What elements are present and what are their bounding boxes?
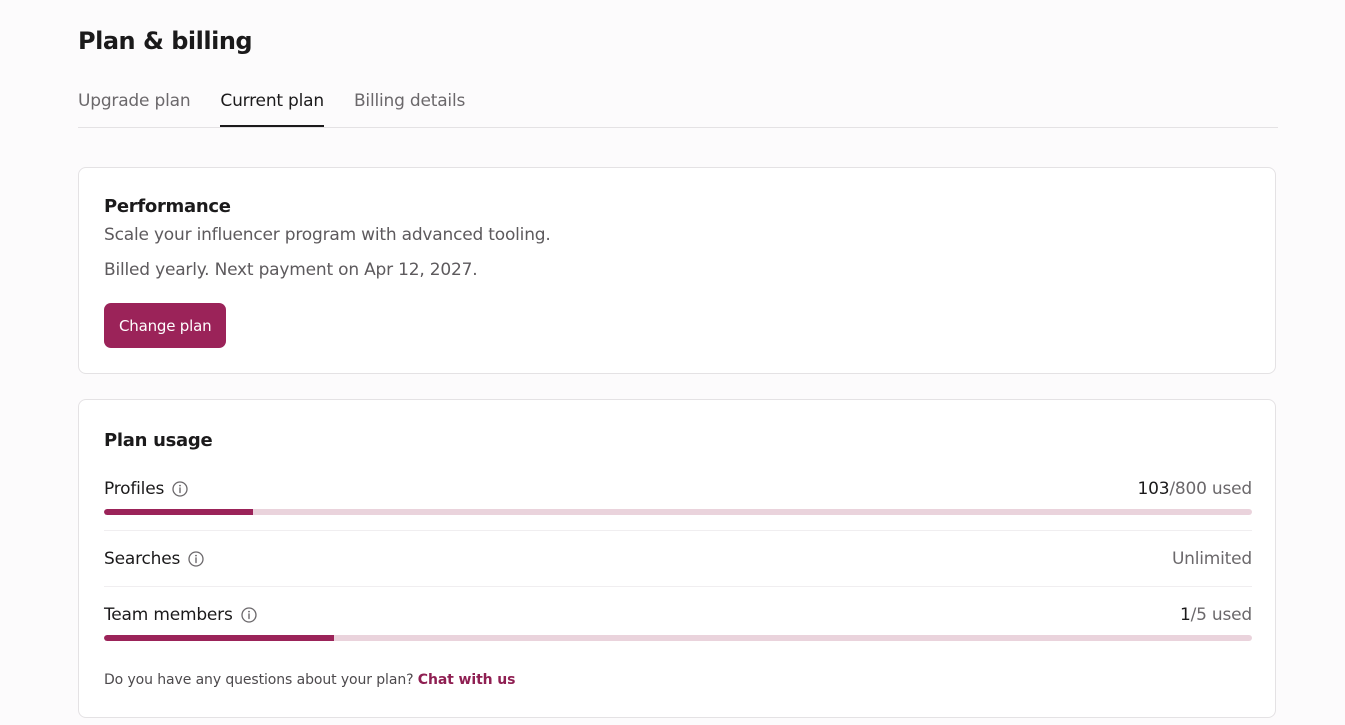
usage-row-searches: Searches Unlimited (104, 547, 1252, 571)
plan-questions-note: Do you have any questions about your pla… (104, 672, 516, 688)
plan-name: Performance (104, 196, 231, 217)
usage-label-profiles: Profiles (104, 479, 165, 499)
info-icon[interactable] (172, 481, 188, 497)
usage-limit-team-members: /5 used (1190, 605, 1253, 625)
progress-bar-team-members (104, 635, 1252, 641)
usage-row-profiles: Profiles 103/800 used (104, 477, 1252, 515)
info-icon[interactable] (240, 607, 257, 623)
chat-with-us-link[interactable]: Chat with us (418, 672, 516, 688)
usage-row-team-members: Team members 1/5 used (104, 603, 1252, 641)
info-icon[interactable] (188, 551, 204, 567)
usage-label-searches: Searches (104, 549, 181, 569)
progress-fill-team-members (104, 635, 334, 641)
tab-upgrade-plan[interactable]: Upgrade plan (78, 86, 191, 127)
plan-billing-info: Billed yearly. Next payment on Apr 12, 2… (104, 260, 478, 280)
usage-label-team-members: Team members (104, 605, 233, 625)
plan-description: Scale your influencer program with advan… (104, 225, 551, 245)
usage-value-team-members: 1/5 used (1180, 605, 1252, 625)
usage-used-team-members: 1 (1179, 605, 1191, 625)
page-title: Plan & billing (78, 27, 253, 55)
usage-limit-profiles: /800 used (1169, 479, 1252, 499)
plan-usage-card: Plan usage Profiles 103/800 used Searche… (78, 399, 1276, 718)
change-plan-button[interactable]: Change plan (104, 303, 227, 348)
tab-billing-details[interactable]: Billing details (354, 86, 465, 127)
row-divider (104, 586, 1252, 587)
progress-fill-profiles (104, 509, 254, 515)
usage-value-searches: Unlimited (1171, 549, 1252, 569)
plan-questions-text: Do you have any questions about your pla… (104, 672, 418, 688)
tab-bar: Upgrade plan Current plan Billing detail… (78, 86, 1278, 128)
row-divider (104, 530, 1252, 531)
progress-bar-profiles (104, 509, 1252, 515)
billing-page: Plan & billing Upgrade plan Current plan… (0, 0, 1345, 725)
plan-usage-title: Plan usage (104, 430, 213, 451)
tab-current-plan[interactable]: Current plan (220, 86, 324, 127)
usage-value-profiles: 103/800 used (1137, 479, 1252, 499)
current-plan-card: Performance Scale your influencer progra… (78, 167, 1276, 374)
usage-used-profiles: 103 (1137, 479, 1170, 499)
